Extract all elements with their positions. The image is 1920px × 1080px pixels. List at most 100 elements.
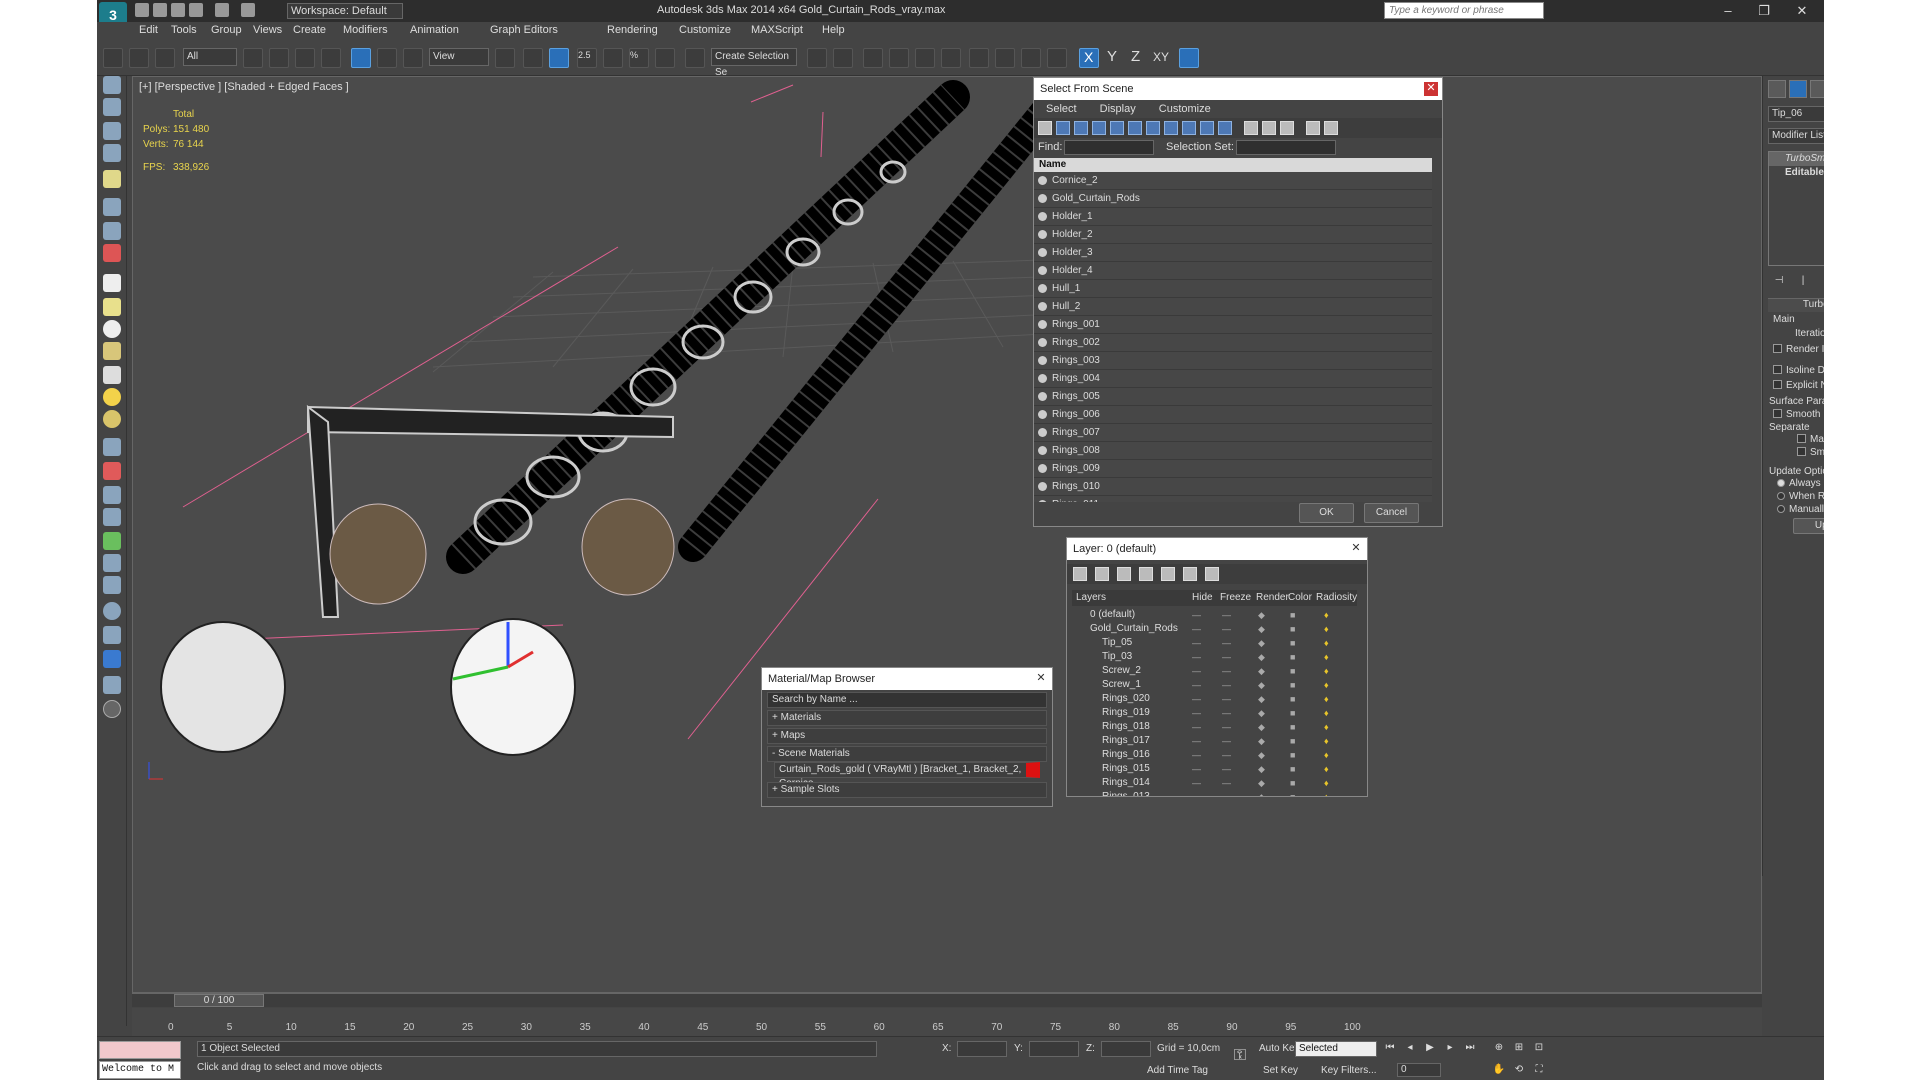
menu-tools[interactable]: Tools	[171, 24, 197, 36]
layer-radiosity-cell[interactable]: ♦	[1324, 706, 1329, 720]
x-coord-field[interactable]	[957, 1041, 1007, 1057]
filter-lights-icon[interactable]	[1074, 121, 1088, 135]
key-set-dropdown[interactable]: Selected	[1295, 1041, 1377, 1057]
sfs-list-item[interactable]: Hull_1	[1034, 280, 1432, 298]
freeze-all-icon[interactable]	[1205, 567, 1219, 581]
set-key-button[interactable]: Set Key	[1263, 1065, 1298, 1076]
col-hide[interactable]: Hide	[1192, 590, 1213, 606]
sfs-selection-set-dropdown[interactable]	[1236, 140, 1336, 155]
stack-item-editable-poly[interactable]: Editable Poly	[1769, 166, 1824, 180]
layer-radiosity-cell[interactable]: ♦	[1324, 678, 1329, 692]
layer-render-cell[interactable]: ◆	[1258, 622, 1265, 636]
cone-primitive-icon[interactable]	[103, 366, 121, 384]
layer-render-cell[interactable]: ◆	[1258, 636, 1265, 650]
named-selection-dropdown[interactable]: Create Selection Se	[711, 48, 797, 78]
layer-manager-icon[interactable]	[863, 48, 883, 68]
link-icon[interactable]	[103, 48, 123, 68]
layer-freeze-cell[interactable]: —	[1222, 762, 1231, 776]
tool-icon-1[interactable]	[103, 76, 121, 94]
goto-end-icon[interactable]: ⏭	[1463, 1041, 1477, 1055]
ts-render-iters[interactable]: Render Iters:	[1773, 344, 1824, 355]
graphite-ribbon-icon[interactable]	[889, 48, 909, 68]
ref-coord-dropdown[interactable]: View	[429, 48, 489, 66]
filter-cameras-icon[interactable]	[1092, 121, 1106, 135]
select-by-name-icon[interactable]	[269, 48, 289, 68]
ts-when-rendering[interactable]: When Rendering	[1777, 491, 1824, 502]
layer-radiosity-cell[interactable]: ♦	[1324, 790, 1329, 796]
layer-freeze-cell[interactable]: —	[1222, 636, 1231, 650]
z-coord-field[interactable]	[1101, 1041, 1151, 1057]
layer-color-cell[interactable]: ■	[1290, 720, 1295, 734]
ts-explicit[interactable]: Explicit Normals	[1773, 380, 1824, 391]
keyboard-shortcut-icon[interactable]	[549, 48, 569, 68]
perspective-viewport[interactable]: [+] [Perspective ] [Shaded + Edged Faces…	[132, 76, 1762, 993]
axis-constraint-icon[interactable]	[1179, 48, 1199, 68]
tool-icon-6[interactable]	[103, 198, 121, 216]
new-file-icon[interactable]	[135, 3, 149, 17]
menu-graph-editors[interactable]: Graph Editors	[490, 24, 558, 36]
layer-render-cell[interactable]: ◆	[1258, 790, 1265, 796]
col-freeze[interactable]: Freeze	[1220, 590, 1251, 606]
layer-hide-cell[interactable]: —	[1192, 776, 1201, 790]
sfs-list-item[interactable]: Rings_010	[1034, 478, 1432, 496]
add-to-layer-icon[interactable]	[1117, 567, 1131, 581]
filter-frozen-icon[interactable]	[1218, 121, 1232, 135]
y-coord-field[interactable]	[1029, 1041, 1079, 1057]
redo-icon[interactable]	[215, 3, 229, 17]
layer-hide-cell[interactable]: —	[1192, 650, 1201, 664]
menu-create[interactable]: Create	[293, 24, 326, 36]
workspace-dropdown[interactable]: Workspace: Default	[287, 3, 403, 19]
sfs-ok-button[interactable]: OK	[1299, 503, 1354, 523]
layer-radiosity-cell[interactable]: ♦	[1324, 650, 1329, 664]
tool-icon-17[interactable]	[103, 462, 121, 480]
filter-helpers-icon[interactable]	[1110, 121, 1124, 135]
ts-smoothing-groups[interactable]: Smoothing Groups	[1797, 447, 1824, 458]
ts-explicit-checkbox[interactable]	[1773, 380, 1782, 389]
layer-render-cell[interactable]: ◆	[1258, 734, 1265, 748]
curve-editor-icon[interactable]	[915, 48, 935, 68]
tool-icon-21[interactable]	[103, 554, 121, 572]
mb-sample-slots-section[interactable]: + Sample Slots	[767, 782, 1047, 798]
layer-freeze-cell[interactable]: —	[1222, 734, 1231, 748]
layer-row[interactable]: Rings_013 — — ◆ ■ ♦	[1072, 790, 1347, 796]
tool-icon-7[interactable]	[103, 222, 121, 240]
percent-snap-icon[interactable]: %	[629, 48, 649, 68]
key-filters-button[interactable]: Key Filters...	[1321, 1065, 1377, 1076]
angle-snap-icon[interactable]	[603, 48, 623, 68]
axis-xy-button[interactable]: XY	[1153, 50, 1169, 64]
layer-render-cell[interactable]: ◆	[1258, 664, 1265, 678]
filter-groups-icon[interactable]	[1146, 121, 1160, 135]
scale-icon[interactable]	[403, 48, 423, 68]
align-icon[interactable]	[833, 48, 853, 68]
sun-light-icon[interactable]	[103, 388, 121, 406]
create-layer-icon[interactable]	[1073, 567, 1087, 581]
modify-tab-icon[interactable]	[1789, 80, 1807, 98]
layer-freeze-cell[interactable]: —	[1222, 790, 1231, 796]
delete-layer-icon[interactable]	[1095, 567, 1109, 581]
schematic-view-icon[interactable]	[941, 48, 961, 68]
menu-help[interactable]: Help	[822, 24, 845, 36]
help-search-input[interactable]: Type a keyword or phrase	[1384, 2, 1544, 19]
goto-start-icon[interactable]: ⏮	[1383, 1041, 1397, 1055]
hierarchy-icon[interactable]	[1324, 121, 1338, 135]
tool-icon-22[interactable]	[103, 576, 121, 594]
layer-radiosity-cell[interactable]: ♦	[1324, 664, 1329, 678]
sfs-menu-select[interactable]: Select	[1046, 103, 1077, 115]
layer-freeze-cell[interactable]: —	[1222, 720, 1231, 734]
layer-freeze-cell[interactable]: —	[1222, 622, 1231, 636]
layer-render-cell[interactable]: ◆	[1258, 706, 1265, 720]
filter-containers-icon[interactable]	[1200, 121, 1214, 135]
layer-color-cell[interactable]: ■	[1290, 748, 1295, 762]
zoom-icon[interactable]: ⊕	[1492, 1041, 1506, 1055]
layer-freeze-cell[interactable]: —	[1222, 692, 1231, 706]
layer-row[interactable]: Screw_1 — — ◆ ■ ♦	[1072, 678, 1347, 692]
tool-icon-24[interactable]	[103, 626, 121, 644]
key-icon[interactable]: ⚿	[1233, 1048, 1247, 1064]
ts-render-iters-checkbox[interactable]	[1773, 344, 1782, 353]
layer-hide-cell[interactable]: —	[1192, 720, 1201, 734]
sfs-list-item[interactable]: Rings_001	[1034, 316, 1432, 334]
mb-material-item[interactable]: Curtain_Rods_gold ( VRayMtl ) [Bracket_1…	[774, 762, 1040, 789]
layer-freeze-cell[interactable]: —	[1222, 650, 1231, 664]
prev-frame-icon[interactable]: ◂	[1403, 1041, 1417, 1055]
create-tab-icon[interactable]	[1768, 80, 1786, 98]
